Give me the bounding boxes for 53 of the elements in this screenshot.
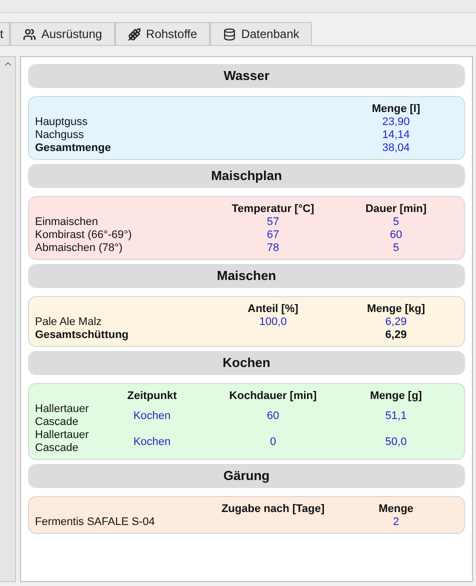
row-label: Gesamtschüttung <box>35 329 130 342</box>
value-link[interactable]: 14,14 <box>361 129 431 142</box>
row-label: Gesamtmenge <box>35 142 112 155</box>
scrollbar[interactable] <box>0 56 16 582</box>
tab[interactable]: Datenbank <box>210 22 312 45</box>
value-text: 6,29 <box>384 329 408 342</box>
value-link[interactable]: 60 <box>361 229 431 242</box>
tab[interactable]: t <box>0 22 10 45</box>
column-header: Dauer [min] <box>364 203 428 216</box>
tab[interactable]: Ausrüstung <box>10 22 116 45</box>
column-header: Menge [g] <box>369 390 423 403</box>
grain-icon <box>128 28 142 40</box>
database-icon <box>223 28 236 40</box>
row-label: Abmaischen (78°) <box>35 242 124 255</box>
column-header: Kochdauer [min] <box>228 390 318 403</box>
section-header: Kochen <box>28 351 465 375</box>
column-header: Menge <box>378 503 414 516</box>
section-header: Wasser <box>28 64 465 88</box>
value-link[interactable]: 50,0 <box>361 436 431 448</box>
value-link[interactable]: 5 <box>361 242 431 255</box>
value-link[interactable]: 2 <box>361 516 431 529</box>
value-link[interactable]: 0 <box>185 436 361 448</box>
row-label: Einmaischen <box>35 216 99 229</box>
value-link[interactable]: Kochen <box>119 410 185 422</box>
row-label: Hauptguss <box>35 116 89 129</box>
value-link[interactable]: 38,04 <box>361 142 431 155</box>
tab[interactable]: Rohstoffe <box>115 22 210 45</box>
value-link[interactable]: 57 <box>185 216 361 229</box>
section-header: Maischen <box>28 264 465 288</box>
value-link[interactable]: 51,1 <box>361 410 431 422</box>
column-header: Menge [kg] <box>366 303 426 316</box>
column-header: Menge [l] <box>370 103 422 116</box>
value-link[interactable]: Kochen <box>119 436 185 448</box>
section-header: Gärung <box>28 464 465 488</box>
row-label: Hallertauer Cascade <box>35 429 90 455</box>
value-link[interactable]: 60 <box>185 410 361 422</box>
value-link[interactable]: 23,90 <box>361 116 431 129</box>
section-header: Maischplan <box>28 164 465 188</box>
people-icon <box>23 28 36 40</box>
row-label: Hallertauer Cascade <box>35 403 90 429</box>
value-link[interactable]: 67 <box>185 229 361 242</box>
row-label: Kombirast (66°-69°) <box>35 229 133 242</box>
column-header: Zeitpunkt <box>126 390 178 403</box>
column-header: Temperatur [°C] <box>230 203 316 216</box>
column-header: Zugabe nach [Tage] <box>220 503 326 516</box>
column-header: Anteil [%] <box>246 303 300 316</box>
row-label: Nachguss <box>35 129 85 142</box>
row-label: Pale Ale Malz <box>35 316 103 329</box>
value-link[interactable]: 6,29 <box>361 316 431 329</box>
value-link[interactable]: 100,0 <box>185 316 361 329</box>
row-label: Fermentis SAFALE S-04 <box>35 516 156 529</box>
value-link[interactable]: 78 <box>185 242 361 255</box>
value-link[interactable]: 5 <box>361 216 431 229</box>
